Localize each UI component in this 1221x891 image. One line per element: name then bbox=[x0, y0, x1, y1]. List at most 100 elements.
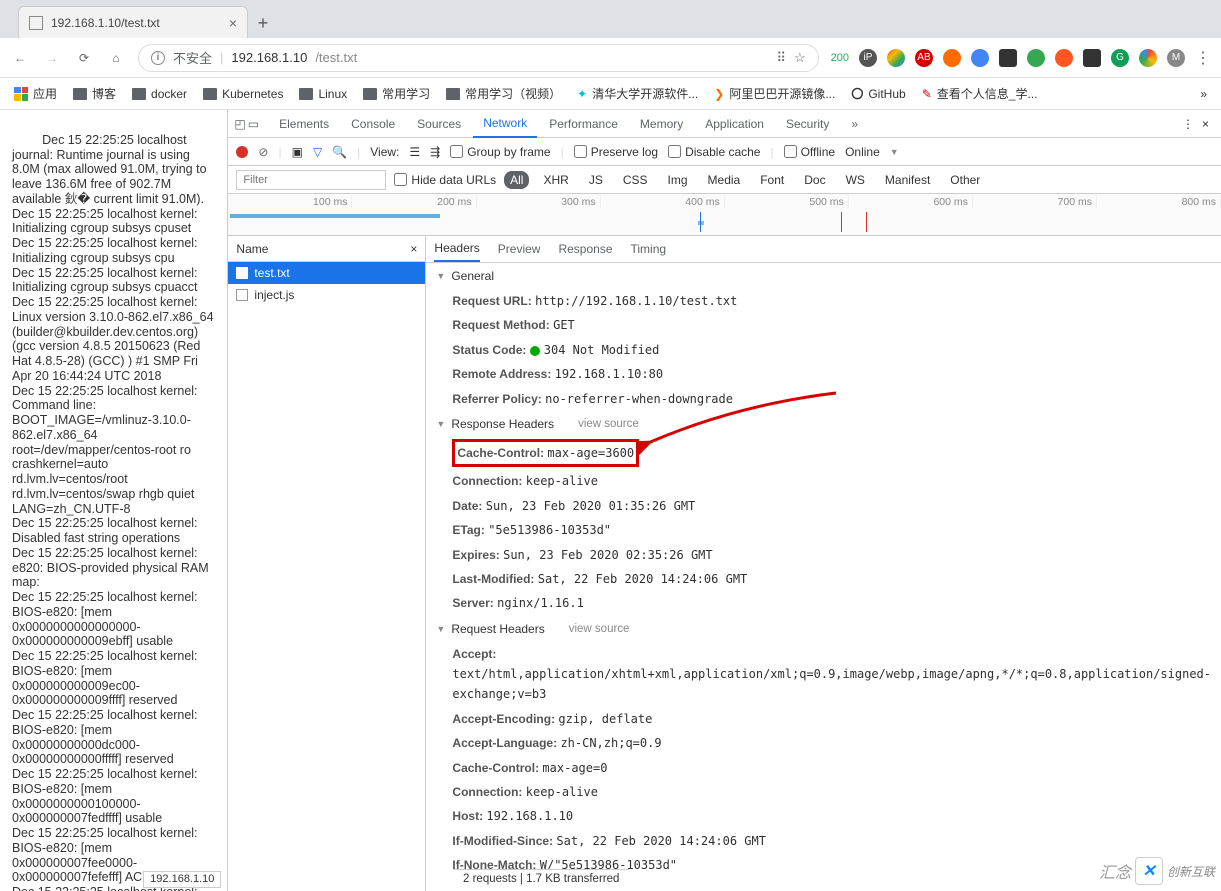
back-button[interactable]: ← bbox=[10, 48, 30, 68]
filter-input[interactable] bbox=[236, 170, 386, 190]
tab-console[interactable]: Console bbox=[341, 111, 405, 137]
reload-button[interactable]: ⟳ bbox=[74, 48, 94, 68]
detail-tabs: Headers Preview Response Timing bbox=[426, 236, 1221, 263]
ext-icon[interactable] bbox=[999, 49, 1017, 67]
inspect-icon[interactable]: ◰ bbox=[234, 117, 245, 131]
view-source-link[interactable]: view source bbox=[578, 418, 639, 430]
request-row[interactable]: inject.js bbox=[228, 284, 425, 306]
offline-checkbox[interactable]: Offline bbox=[784, 145, 835, 159]
bookmark-link[interactable]: 〇GitHub bbox=[851, 85, 905, 102]
ext-icon[interactable] bbox=[887, 49, 905, 67]
filter-ws[interactable]: WS bbox=[840, 171, 871, 189]
bookmark-link[interactable]: ❯阿里巴巴开源镜像... bbox=[714, 85, 835, 102]
bookmark-folder[interactable]: Kubernetes bbox=[203, 87, 283, 101]
url-path: /test.txt bbox=[315, 50, 357, 65]
forward-button[interactable]: → bbox=[42, 48, 62, 68]
filter-all[interactable]: All bbox=[504, 171, 529, 189]
tab-memory[interactable]: Memory bbox=[630, 111, 693, 137]
adblock-icon[interactable]: AB bbox=[915, 49, 933, 67]
ext-icon[interactable] bbox=[943, 49, 961, 67]
close-icon[interactable]: × bbox=[229, 15, 237, 31]
tab-sources[interactable]: Sources bbox=[407, 111, 471, 137]
tab-application[interactable]: Application bbox=[695, 111, 774, 137]
browser-tab[interactable]: 192.168.1.10/test.txt × bbox=[18, 6, 248, 38]
view-tree-icon[interactable]: ⇶ bbox=[430, 145, 440, 159]
filter-icon[interactable]: ▽ bbox=[313, 145, 322, 159]
filter-js[interactable]: JS bbox=[583, 171, 609, 189]
bookmark-folder[interactable]: 常用学习（视频） bbox=[446, 85, 561, 102]
tab-timing[interactable]: Timing bbox=[631, 237, 667, 261]
status-hint: 192.168.1.10 bbox=[143, 871, 221, 888]
clear-button[interactable]: ⊘ bbox=[258, 145, 268, 159]
ext-icon[interactable] bbox=[1027, 49, 1045, 67]
request-list-header: Name× bbox=[228, 236, 425, 262]
preserve-log-checkbox[interactable]: Preserve log bbox=[574, 145, 658, 159]
url-input[interactable]: i 不安全 | 192.168.1.10/test.txt ⠿ ☆ bbox=[138, 44, 819, 72]
translate-icon[interactable]: ⠿ bbox=[776, 50, 786, 66]
ext-icon[interactable] bbox=[1055, 49, 1073, 67]
devtools-tabs: ◰ ▭ Elements Console Sources Network Per… bbox=[228, 110, 1221, 138]
request-headers-section[interactable]: ▼Request Headersview source bbox=[426, 616, 1221, 642]
bookmark-folder[interactable]: docker bbox=[132, 87, 187, 101]
record-button[interactable] bbox=[236, 146, 248, 158]
ext-icon[interactable]: iP bbox=[859, 49, 877, 67]
network-toolbar: ⊘ | ▣ ▽ 🔍 | View: ☰ ⇶ Group by frame | P… bbox=[228, 138, 1221, 166]
ext-icon[interactable]: M bbox=[1167, 49, 1185, 67]
filter-other[interactable]: Other bbox=[944, 171, 986, 189]
device-icon[interactable]: ▭ bbox=[248, 117, 259, 131]
filter-img[interactable]: Img bbox=[662, 171, 694, 189]
general-section[interactable]: ▼General bbox=[426, 263, 1221, 289]
new-tab-button[interactable]: + bbox=[248, 8, 278, 38]
view-source-link[interactable]: view source bbox=[569, 623, 630, 635]
throttling-select[interactable]: Online bbox=[845, 145, 880, 159]
info-icon[interactable]: i bbox=[151, 51, 165, 65]
devtools-close-icon[interactable]: × bbox=[1196, 117, 1215, 131]
filter-css[interactable]: CSS bbox=[617, 171, 654, 189]
ext-icon[interactable] bbox=[1139, 49, 1157, 67]
group-by-frame-checkbox[interactable]: Group by frame bbox=[450, 145, 550, 159]
tab-response[interactable]: Response bbox=[558, 237, 612, 261]
extension-icons: 200 iP AB G M ⋮ bbox=[831, 48, 1211, 68]
apps-button[interactable]: 应用 bbox=[14, 85, 57, 102]
filter-xhr[interactable]: XHR bbox=[537, 171, 574, 189]
capture-icon[interactable]: ▣ bbox=[292, 145, 303, 159]
tab-security[interactable]: Security bbox=[776, 111, 839, 137]
bookmark-folder[interactable]: 博客 bbox=[73, 85, 116, 102]
home-button[interactable]: ⌂ bbox=[106, 48, 126, 68]
page-body-text: Dec 15 22:25:25 localhost journal: Runti… bbox=[12, 133, 217, 891]
bookmark-bar: 应用 博客 docker Kubernetes Linux 常用学习 常用学习（… bbox=[0, 78, 1221, 110]
filter-doc[interactable]: Doc bbox=[798, 171, 831, 189]
response-headers-section[interactable]: ▼Response Headersview source bbox=[426, 411, 1221, 437]
tabs-overflow-icon[interactable]: » bbox=[841, 111, 868, 137]
tab-network[interactable]: Network bbox=[473, 110, 537, 138]
ext-icon[interactable] bbox=[1083, 49, 1101, 67]
disable-cache-checkbox[interactable]: Disable cache bbox=[668, 145, 760, 159]
bookmark-overflow-icon[interactable]: » bbox=[1200, 87, 1207, 101]
bookmark-folder[interactable]: 常用学习 bbox=[363, 85, 430, 102]
ext-icon[interactable] bbox=[971, 49, 989, 67]
tab-preview[interactable]: Preview bbox=[498, 237, 541, 261]
search-icon[interactable]: 🔍 bbox=[332, 145, 347, 159]
filter-manifest[interactable]: Manifest bbox=[879, 171, 936, 189]
filter-font[interactable]: Font bbox=[754, 171, 790, 189]
network-waterfall[interactable]: 100 ms200 ms300 ms400 ms500 ms600 ms700 … bbox=[228, 194, 1221, 236]
bookmark-star-icon[interactable]: ☆ bbox=[794, 50, 806, 66]
close-detail-icon[interactable]: × bbox=[410, 242, 417, 256]
tab-elements[interactable]: Elements bbox=[269, 111, 339, 137]
tab-headers[interactable]: Headers bbox=[434, 236, 479, 262]
request-row[interactable]: test.txt bbox=[228, 262, 425, 284]
file-icon bbox=[29, 16, 43, 30]
address-bar: ← → ⟳ ⌂ i 不安全 | 192.168.1.10/test.txt ⠿ … bbox=[0, 38, 1221, 78]
ext-icon[interactable]: G bbox=[1111, 49, 1129, 67]
view-label: View: bbox=[370, 145, 399, 159]
devtools-menu-icon[interactable]: ⋮ bbox=[1182, 117, 1194, 131]
chevron-down-icon[interactable]: ▼ bbox=[890, 147, 899, 157]
filter-media[interactable]: Media bbox=[702, 171, 747, 189]
bookmark-link[interactable]: ✎查看个人信息_学... bbox=[922, 85, 1038, 102]
hide-data-urls-checkbox[interactable]: Hide data URLs bbox=[394, 173, 496, 187]
bookmark-link[interactable]: ✦清华大学开源软件... bbox=[577, 85, 698, 102]
view-list-icon[interactable]: ☰ bbox=[409, 145, 420, 159]
tab-performance[interactable]: Performance bbox=[539, 111, 628, 137]
bookmark-folder[interactable]: Linux bbox=[299, 87, 347, 101]
menu-icon[interactable]: ⋮ bbox=[1195, 48, 1211, 68]
